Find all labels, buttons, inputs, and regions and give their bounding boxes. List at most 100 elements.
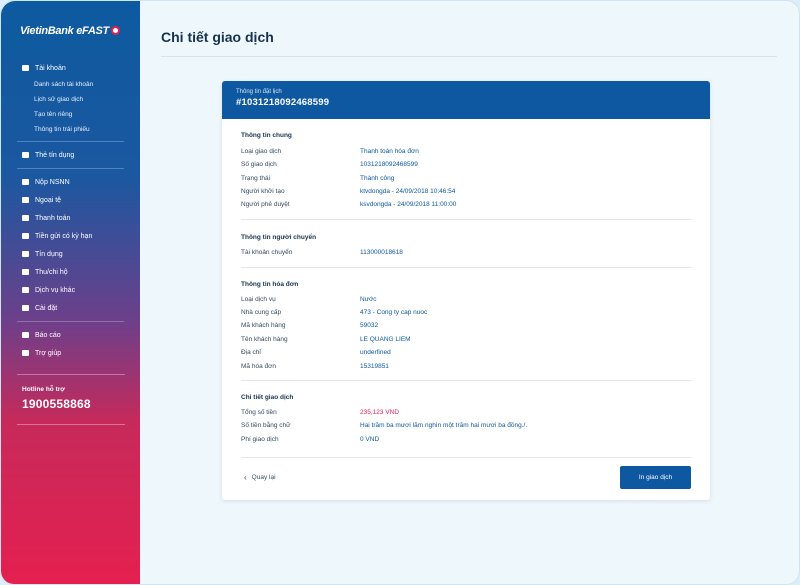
detail-key: Số tiền bằng chữ: [241, 422, 291, 429]
section-title-sender: Thông tin người chuyển: [241, 234, 317, 241]
section-title-general: Thông tin chung: [241, 132, 292, 139]
logo-mark-icon: [110, 26, 120, 35]
divider: [241, 219, 691, 220]
detail-key: Mã hóa đơn: [241, 363, 276, 370]
bank-icon: [21, 178, 29, 186]
chevron-left-icon: ‹: [244, 473, 247, 482]
sidebar-item-label: Tài khoản: [35, 64, 66, 72]
divider: [241, 457, 691, 458]
transaction-id: #1031218092468599: [236, 97, 330, 108]
transaction-detail-card: Thông tin đặt lịch #1031218092468599 Thô…: [222, 81, 710, 500]
logo-text: VietinBank eFAST: [20, 25, 109, 37]
detail-key: Địa chỉ: [241, 349, 261, 356]
detail-value: 0 VND: [360, 436, 380, 443]
services-icon: [21, 286, 29, 294]
back-button[interactable]: ‹ Quay lại: [244, 473, 276, 482]
sidebar-item-label: Dịch vụ khác: [35, 286, 76, 294]
sidebar-item-foreign-currency[interactable]: Ngoại tệ: [1, 191, 140, 209]
sidebar-item-label: Thanh toán: [35, 214, 71, 222]
gear-icon: [21, 304, 29, 312]
home-icon: [21, 250, 29, 258]
detail-value: Nước: [360, 296, 377, 303]
sidebar-item-label: Tiền gửi có kỳ hạn: [35, 232, 93, 240]
sidebar-item-loans[interactable]: Tín dụng: [1, 245, 140, 263]
print-transaction-button[interactable]: In giao dịch: [620, 466, 691, 489]
divider: [17, 374, 125, 375]
sidebar-sub-custom-name[interactable]: Tạo tên riêng: [1, 107, 140, 122]
detail-key: Nhà cung cấp: [241, 309, 282, 316]
detail-key: Loại dịch vụ: [241, 296, 276, 303]
deposit-icon: [21, 232, 29, 240]
payment-icon: [21, 214, 29, 222]
sidebar-item-label: Báo cáo: [35, 331, 61, 339]
sidebar-item-credit-card[interactable]: Thẻ tín dụng: [1, 146, 140, 164]
sidebar-item-label: Nộp NSNN: [35, 178, 70, 186]
sidebar-item-label: Ngoại tệ: [35, 196, 62, 204]
hotline-label: Hotline hỗ trợ: [22, 386, 65, 393]
divider: [17, 321, 124, 322]
sidebar-item-help[interactable]: Trợ giúp: [1, 344, 140, 362]
detail-value: underfined: [360, 349, 391, 356]
sidebar-item-payment[interactable]: Thanh toán: [1, 209, 140, 227]
detail-key: Loại giao dịch: [241, 148, 282, 155]
sidebar-item-settings[interactable]: Cài đặt: [1, 299, 140, 317]
card-header: Thông tin đặt lịch #1031218092468599: [222, 81, 710, 119]
detail-key: Số giao dịch: [241, 161, 277, 168]
currency-icon: [21, 196, 29, 204]
help-icon: [21, 349, 29, 357]
sidebar-sub-bonds[interactable]: Thông tin trái phiếu: [1, 122, 140, 137]
app-window: VietinBank eFAST Tài khoản Danh sách tài…: [0, 0, 800, 585]
detail-key: Mã khách hàng: [241, 322, 286, 329]
section-title-transaction: Chi tiết giao dịch: [241, 394, 294, 401]
wallet-icon: [21, 64, 29, 72]
card-icon: [21, 151, 29, 159]
divider: [241, 267, 691, 268]
inbox-icon: [21, 268, 29, 276]
sidebar-item-reports[interactable]: Báo cáo: [1, 326, 140, 344]
section-title-bill: Thông tin hóa đơn: [241, 281, 299, 288]
detail-value: Thành công: [360, 175, 395, 182]
divider: [17, 141, 124, 142]
detail-key: Tổng số tiền: [241, 409, 277, 416]
detail-value: Hai trăm ba mươi lăm nghìn một trăm hai …: [360, 422, 528, 429]
sidebar-item-collection[interactable]: Thu/chi hộ: [1, 263, 140, 281]
hotline-number[interactable]: 1900558868: [22, 397, 91, 411]
detail-key: Trạng thái: [241, 175, 271, 182]
detail-value: Thanh toán hóa đơn: [360, 148, 419, 155]
detail-value: 59032: [360, 322, 379, 329]
divider: [17, 168, 124, 169]
detail-value: LE QUANG LIEM: [360, 336, 411, 343]
detail-value: ksvdongda - 24/09/2018 11:00:00: [360, 201, 457, 208]
detail-value: 113000018618: [360, 249, 403, 256]
divider: [161, 56, 777, 57]
back-label: Quay lại: [251, 474, 276, 481]
detail-value: 473 - Cong ty cap nuoc: [360, 309, 428, 316]
sidebar-item-label: Thu/chi hộ: [35, 268, 68, 276]
sidebar: VietinBank eFAST Tài khoản Danh sách tài…: [1, 1, 140, 584]
detail-value: 15319851: [360, 363, 389, 370]
sidebar-sub-account-list[interactable]: Danh sách tài khoản: [1, 77, 140, 92]
sidebar-item-accounts[interactable]: Tài khoản: [1, 59, 140, 77]
sidebar-item-label: Cài đặt: [35, 304, 58, 312]
sidebar-nav: Tài khoản Danh sách tài khoản Lịch sử gi…: [1, 59, 140, 362]
sidebar-item-label: Tín dụng: [35, 250, 63, 258]
brand-logo[interactable]: VietinBank eFAST: [20, 25, 120, 37]
detail-key: Người phê duyệt: [241, 201, 290, 208]
sidebar-item-label: Thẻ tín dụng: [35, 151, 75, 159]
sidebar-item-nsnn[interactable]: Nộp NSNN: [1, 173, 140, 191]
schedule-info-label: Thông tin đặt lịch: [236, 89, 282, 95]
divider: [17, 424, 125, 425]
detail-key: Tài khoản chuyển: [241, 249, 293, 256]
detail-value: ktvdongda - 24/09/2018 10:46:54: [360, 188, 456, 195]
sidebar-item-term-deposit[interactable]: Tiền gửi có kỳ hạn: [1, 227, 140, 245]
sidebar-sub-history[interactable]: Lịch sử giao dịch: [1, 92, 140, 107]
sidebar-item-label: Trợ giúp: [35, 349, 62, 357]
detail-key: Phí giao dịch: [241, 436, 279, 443]
page-title: Chi tiết giao dịch: [161, 29, 274, 45]
divider: [241, 380, 691, 381]
detail-value: 1031218092468599: [360, 161, 418, 168]
detail-key: Người khởi tạo: [241, 188, 285, 195]
report-icon: [21, 331, 29, 339]
sidebar-item-other-services[interactable]: Dịch vụ khác: [1, 281, 140, 299]
total-amount: 235,123 VND: [360, 409, 400, 416]
